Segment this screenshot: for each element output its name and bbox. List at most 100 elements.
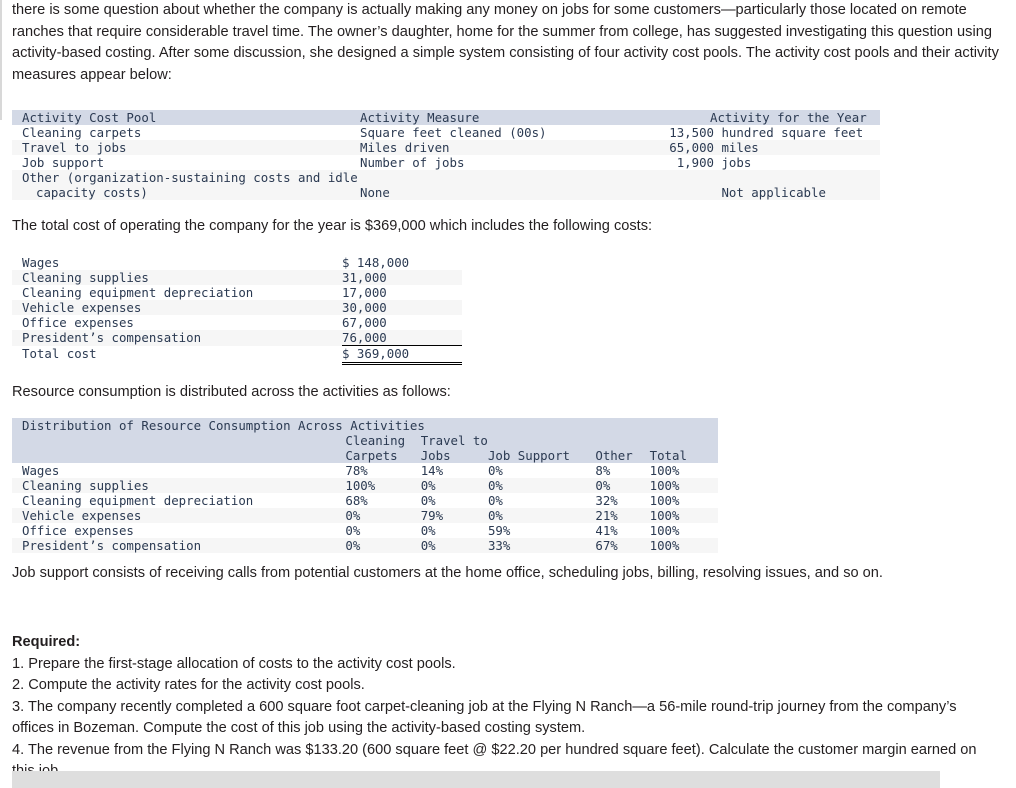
- cell-cleaning-carpets: 0%: [345, 523, 421, 538]
- document-content: there is some question about whether the…: [0, 0, 1016, 779]
- distribution-of-resource-consumption-table: Distribution of Resource Consumption Acr…: [12, 418, 718, 553]
- cell-job-support: 0%: [487, 478, 596, 493]
- cell-cleaning-carpets: 100%: [345, 478, 421, 493]
- cell-cleaning-carpets: 68%: [345, 493, 421, 508]
- cell-cost-amount: $ 148,000: [342, 255, 462, 270]
- column-header-other: Other: [595, 448, 650, 463]
- job-support-paragraph: Job support consists of receiving calls …: [12, 565, 883, 581]
- table-row: Cleaning supplies 31,000: [12, 270, 462, 285]
- column-header-total: Total: [649, 448, 718, 463]
- table-row: Cleaning carpets Square feet cleaned (00…: [12, 125, 880, 140]
- column-header-activity-cost-pool: Activity Cost Pool: [12, 110, 360, 125]
- cell-total: 100%: [649, 508, 718, 523]
- required-item-3: 3. The company recently completed a 600 …: [12, 698, 957, 737]
- column-header-job-support: Job Support: [487, 448, 596, 463]
- table-row: Cleaning equipment depreciation 17,000: [12, 285, 462, 300]
- activity-cost-pool-table: Activity Cost Pool Activity Measure Acti…: [12, 110, 880, 200]
- cell-cleaning-carpets: 0%: [345, 538, 421, 553]
- cell-activity-unit: jobs: [721, 155, 752, 170]
- cell-cost-amount: 17,000: [342, 285, 462, 300]
- cell-pool: Cleaning carpets: [12, 125, 360, 140]
- column-header-cleaning-line1: Cleaning: [345, 433, 421, 448]
- cell-measure: None: [360, 185, 650, 200]
- cell-total: 100%: [649, 538, 718, 553]
- table-row: Vehicle expenses 30,000: [12, 300, 462, 315]
- table-header-row-line2: Carpets Jobs Job Support Other Total: [12, 448, 718, 463]
- cell-other: 8%: [595, 463, 650, 478]
- cell-total: 100%: [649, 493, 718, 508]
- cell-activity: 13,500 hundred square feet: [650, 125, 880, 140]
- table-row: Wages 78% 14% 0% 8% 100%: [12, 463, 718, 478]
- cell-total-label: Total cost: [12, 345, 342, 364]
- cell-other: 67%: [595, 538, 650, 553]
- cell-travel-to-jobs: 14%: [420, 463, 488, 478]
- table-total-row: Total cost $ 369,000: [12, 345, 462, 365]
- column-header-other-line1: [595, 433, 650, 448]
- cell-activity: 1,900 jobs: [650, 155, 880, 170]
- cell-cleaning-carpets: 78%: [345, 463, 421, 478]
- cell-job-support: 33%: [487, 538, 596, 553]
- cell-activity-unit: Not applicable: [721, 185, 826, 200]
- cell-total: 100%: [649, 463, 718, 478]
- total-cost-paragraph: The total cost of operating the company …: [12, 218, 653, 234]
- cell-cleaning-carpets: 0%: [345, 508, 421, 523]
- table-row: Cleaning equipment depreciation 68% 0% 0…: [12, 493, 718, 508]
- cell-resource-label: Vehicle expenses: [12, 508, 346, 523]
- cell-resource-label: Cleaning equipment depreciation: [12, 493, 346, 508]
- table-row: capacity costs) None Not applicable: [12, 185, 880, 200]
- cell-total: 100%: [649, 478, 718, 493]
- cell-measure: Square feet cleaned (00s): [360, 125, 650, 140]
- cell-other: 0%: [595, 478, 650, 493]
- cell-measure: Miles driven: [360, 140, 650, 155]
- cell-activity-value: 65,000: [669, 140, 714, 155]
- cell-job-support: 59%: [487, 523, 596, 538]
- column-header-job-support-line1: [487, 433, 596, 448]
- table-row: President’s compensation 0% 0% 33% 67% 1…: [12, 538, 718, 553]
- cell-pool: capacity costs): [12, 185, 360, 200]
- cell-cost-amount: 76,000: [342, 330, 462, 346]
- cell-job-support: 0%: [487, 493, 596, 508]
- table-row: Travel to jobs Miles driven 65,000 miles: [12, 140, 880, 155]
- table-row: Vehicle expenses 0% 79% 0% 21% 100%: [12, 508, 718, 523]
- cell-cost-label: Cleaning equipment depreciation: [12, 285, 342, 300]
- required-heading: Required:: [12, 634, 81, 650]
- cell-pool: Travel to jobs: [12, 140, 360, 155]
- cell-cost-label: Wages: [12, 255, 342, 270]
- cell-job-support: 0%: [487, 508, 596, 523]
- cell-travel-to-jobs: 79%: [420, 508, 488, 523]
- column-header-travel-line1: Travel to: [420, 433, 488, 448]
- table-row: Office expenses 67,000: [12, 315, 462, 330]
- cell-pool: Other (organization-sustaining costs and…: [12, 170, 360, 185]
- cell-resource-label: Cleaning supplies: [12, 478, 346, 493]
- cell-activity: Not applicable: [650, 185, 880, 200]
- cell-cost-amount: 31,000: [342, 270, 462, 285]
- intro-paragraph: there is some question about whether the…: [12, 2, 999, 83]
- cell-cost-label: President’s compensation: [12, 330, 342, 346]
- table-title-row: Distribution of Resource Consumption Acr…: [12, 418, 718, 433]
- column-header-activity-for-the-year: Activity for the Year: [650, 110, 880, 125]
- cell-resource-label: Wages: [12, 463, 346, 478]
- cell-cost-label: Vehicle expenses: [12, 300, 342, 315]
- cell-activity: 65,000 miles: [650, 140, 880, 155]
- column-header-travel-to-jobs: Jobs: [420, 448, 488, 463]
- spacer-cell: [12, 433, 346, 448]
- column-header-total-line1: [649, 433, 718, 448]
- table-row: President’s compensation 76,000: [12, 330, 462, 346]
- cell-resource-label: President’s compensation: [12, 538, 346, 553]
- required-section: Required: 1. Prepare the first-stage all…: [0, 632, 1000, 783]
- cell-measure: [360, 170, 650, 185]
- cell-cost-label: Cleaning supplies: [12, 270, 342, 285]
- table-header-row-line1: Cleaning Travel to: [12, 433, 718, 448]
- column-header-cleaning-carpets: Carpets: [345, 448, 421, 463]
- cell-activity-unit: hundred square feet: [721, 125, 864, 140]
- cell-travel-to-jobs: 0%: [420, 493, 488, 508]
- table-row: Other (organization-sustaining costs and…: [12, 170, 880, 185]
- distribution-table-title: Distribution of Resource Consumption Acr…: [12, 418, 718, 433]
- cell-travel-to-jobs: 0%: [420, 538, 488, 553]
- column-header-activity-measure: Activity Measure: [360, 110, 650, 125]
- cell-resource-label: Office expenses: [12, 523, 346, 538]
- resource-consumption-paragraph: Resource consumption is distributed acro…: [12, 384, 451, 400]
- table-row: Office expenses 0% 0% 59% 41% 100%: [12, 523, 718, 538]
- cell-activity-unit: miles: [721, 140, 759, 155]
- footer-bar: [12, 771, 940, 788]
